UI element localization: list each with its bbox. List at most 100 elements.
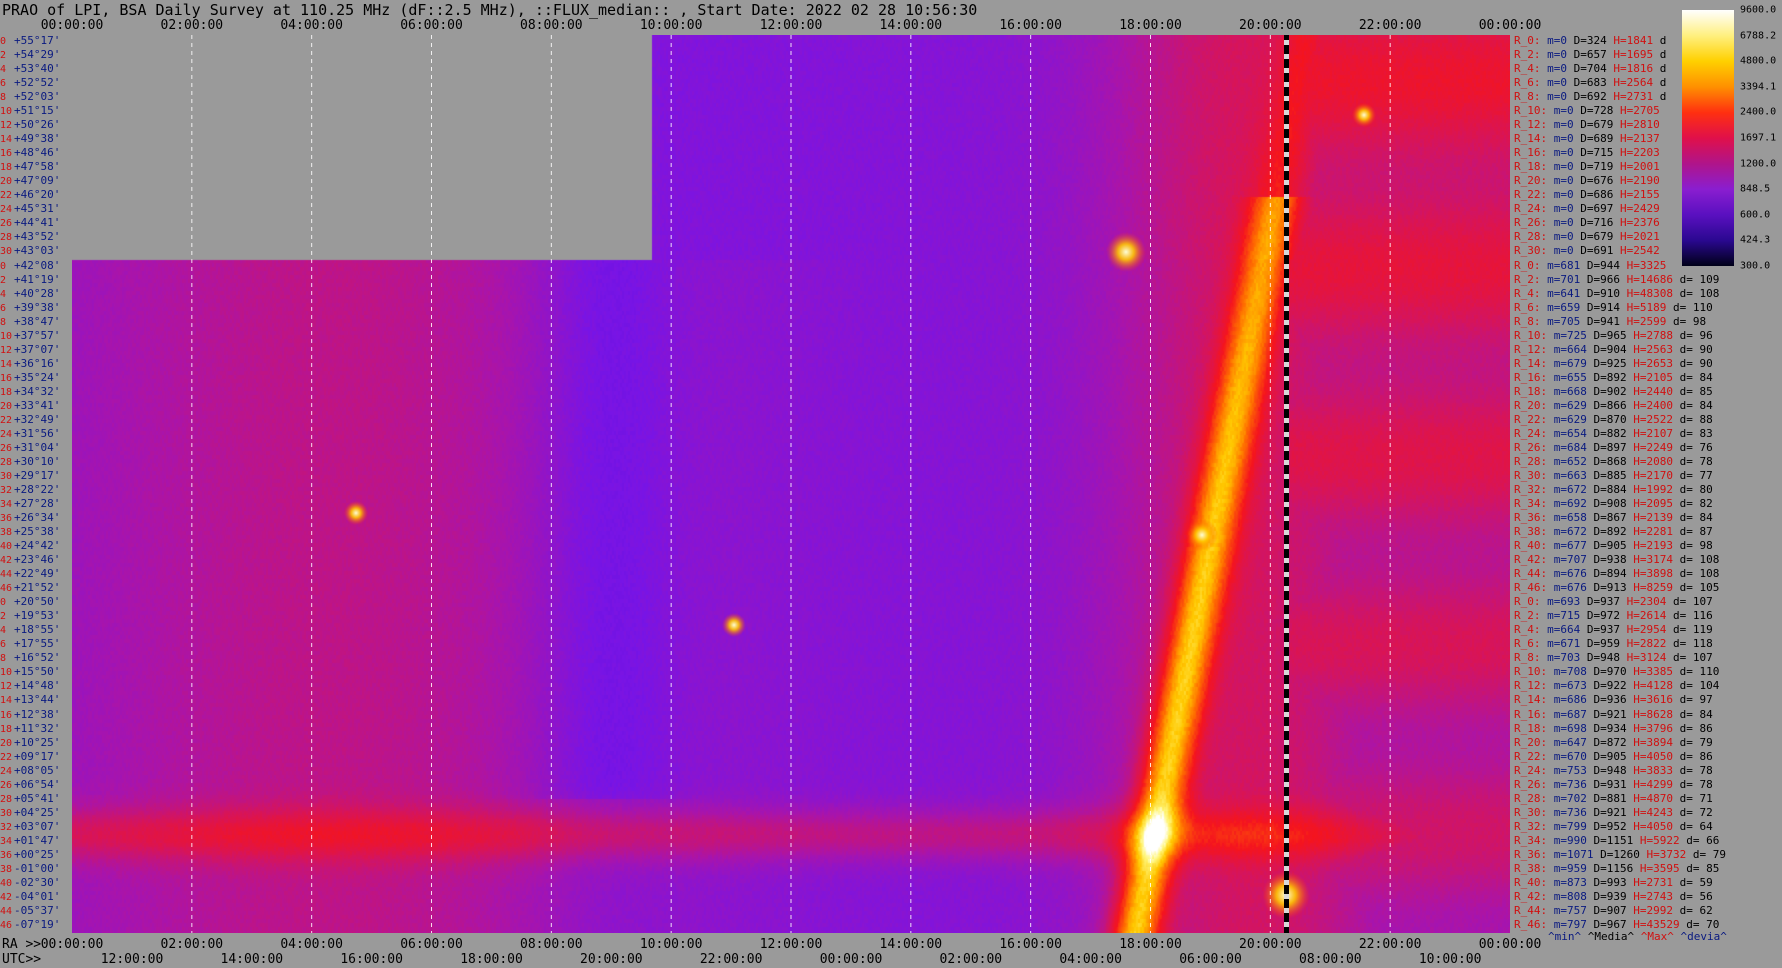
declination-value: +20°50' [14,595,61,609]
stat-min: m=659 [1547,300,1587,314]
stat-median: D=715 [1580,146,1620,160]
stat-max: H=2614 [1626,609,1673,623]
stat-max: H=2542 [1620,244,1660,258]
stat-median: D=679 [1580,230,1620,244]
declination-value: +30°10' [14,454,61,468]
stat-max: H=3595 [1639,861,1687,875]
stat-min: m=736 [1553,777,1594,791]
stat-beam: R_14: [1514,132,1554,146]
stat-median: D=692 [1573,90,1614,104]
stat-min: m=681 [1547,258,1587,272]
stat-devia: d= 78 [1679,763,1713,777]
declination-value: +08°05' [14,763,61,777]
stat-median: D=704 [1573,62,1614,76]
stat-median: D=892 [1593,525,1634,539]
stat-median: D=936 [1593,693,1634,707]
beam-index: 18 [0,723,13,735]
beam-index: 18 [0,162,13,174]
beam-index: 14 [0,358,13,370]
declination-label: 40 -02°30' [0,877,72,889]
stat-beam: R_8: [1514,651,1548,665]
stat-median: D=868 [1593,454,1634,468]
stat-median: D=921 [1593,707,1634,721]
stat-beam: R_14: [1514,356,1554,370]
declination-value: +47°09' [14,174,61,188]
stat-beam: R_22: [1514,749,1554,763]
stat-min: m=677 [1553,539,1594,553]
stat-max: H=8259 [1633,581,1680,595]
beam-index: 20 [0,400,13,412]
beam-index: 38 [0,863,13,875]
stat-max: H=3796 [1633,721,1680,735]
stat-devia: d= 108 [1679,553,1720,567]
stat-median: D=948 [1586,651,1627,665]
ra-axis-label: RA >> [2,937,42,952]
beam-index: 32 [0,821,13,833]
colorbar-tick: 424.3 [1740,234,1771,246]
beam-index: 0 [0,36,7,47]
stat-max: H=1841 [1613,34,1660,47]
utc-axis-tick: 06:00:00 [1179,952,1242,967]
beam-stat-row: R_40: m=677 D=905 H=2193 d= 98 [1514,540,1713,551]
declination-label: 4 +18°55' [0,624,72,636]
stat-devia: d= 78 [1679,454,1713,468]
stat-min: m=0 [1553,104,1581,118]
stat-beam: R_12: [1514,342,1554,356]
beam-stat-row: R_46: m=797 D=967 H=43529 d= 70 [1514,919,1719,930]
top-axis-tick: 00:00:00 [1478,18,1542,33]
utc-axis-tick: 14:00:00 [220,952,284,967]
colorbar [1682,10,1734,266]
stat-max: H=2107 [1633,426,1680,440]
top-axis-tick: 02:00:00 [160,18,224,33]
beam-stat-row: R_26: m=736 D=931 H=4299 d= 78 [1514,779,1713,790]
colorbar-tick: 300.0 [1740,260,1771,272]
stat-devia: d= 98 [1672,314,1707,328]
declination-value: +12°38' [14,707,61,721]
stat-max: H=2304 [1626,595,1673,609]
stat-devia: d= 79 [1679,735,1713,749]
declination-label: 22 +46°20' [0,189,72,201]
ra-axis-tick: 20:00:00 [1239,937,1302,952]
stat-max: H=4050 [1633,749,1680,763]
beam-stat-row: R_40: m=873 D=993 H=2731 d= 59 [1514,877,1713,888]
stat-min: m=799 [1553,819,1594,833]
beam-stat-row: R_36: m=1071 D=1260 H=3732 d= 79 [1514,849,1726,860]
beam-stat-row: R_24: m=0 D=697 H=2429 [1514,203,1660,214]
stat-beam: R_24: [1514,202,1554,216]
declination-label: 16 +48°46' [0,147,72,159]
utc-axis-tick: 16:00:00 [340,952,403,967]
beam-stat-row: R_4: m=0 D=704 H=1816 d [1514,63,1666,74]
stat-beam: R_14: [1514,693,1554,707]
declination-label: 8 +38°47' [0,316,72,328]
stat-median: D=867 [1593,511,1634,525]
stat-devia: d= 90 [1679,342,1713,356]
beam-stat-row: R_38: m=672 D=892 H=2281 d= 87 [1514,526,1713,537]
beam-index: 14 [0,695,13,707]
declination-value: +19°53' [14,609,61,623]
stat-min: m=0 [1547,48,1574,62]
stat-devia: d= 85 [1686,861,1720,875]
stat-median: D=728 [1580,104,1620,118]
beam-stat-row: R_20: m=629 D=866 H=2400 d= 84 [1514,400,1713,411]
top-axis-tick: 06:00:00 [400,18,463,33]
declination-label: 12 +14°48' [0,680,72,692]
ra-axis-tick: 00:00:00 [1478,937,1542,952]
heatmap-plot [72,35,1510,933]
ra-axis-tick: 16:00:00 [999,937,1062,952]
stat-max: H=3616 [1633,693,1680,707]
stat-devia: d [1659,34,1667,47]
stat-max: H=2564 [1613,76,1660,90]
declination-label: 44 +22°49' [0,568,72,580]
stat-beam: R_12: [1514,679,1554,693]
ra-axis-tick: 02:00:00 [160,937,224,952]
stat-median: D=905 [1593,749,1634,763]
stat-beam: R_36: [1514,511,1554,525]
declination-value: +43°52' [14,230,61,244]
beam-index: 24 [0,765,13,777]
stat-beam: R_2: [1514,48,1548,62]
stat-devia: d= 90 [1679,356,1713,370]
stat-beam: R_20: [1514,174,1554,188]
stat-min: m=736 [1553,805,1594,819]
stats-median-label: ^Media^ [1587,930,1635,943]
stat-min: m=0 [1547,90,1574,104]
